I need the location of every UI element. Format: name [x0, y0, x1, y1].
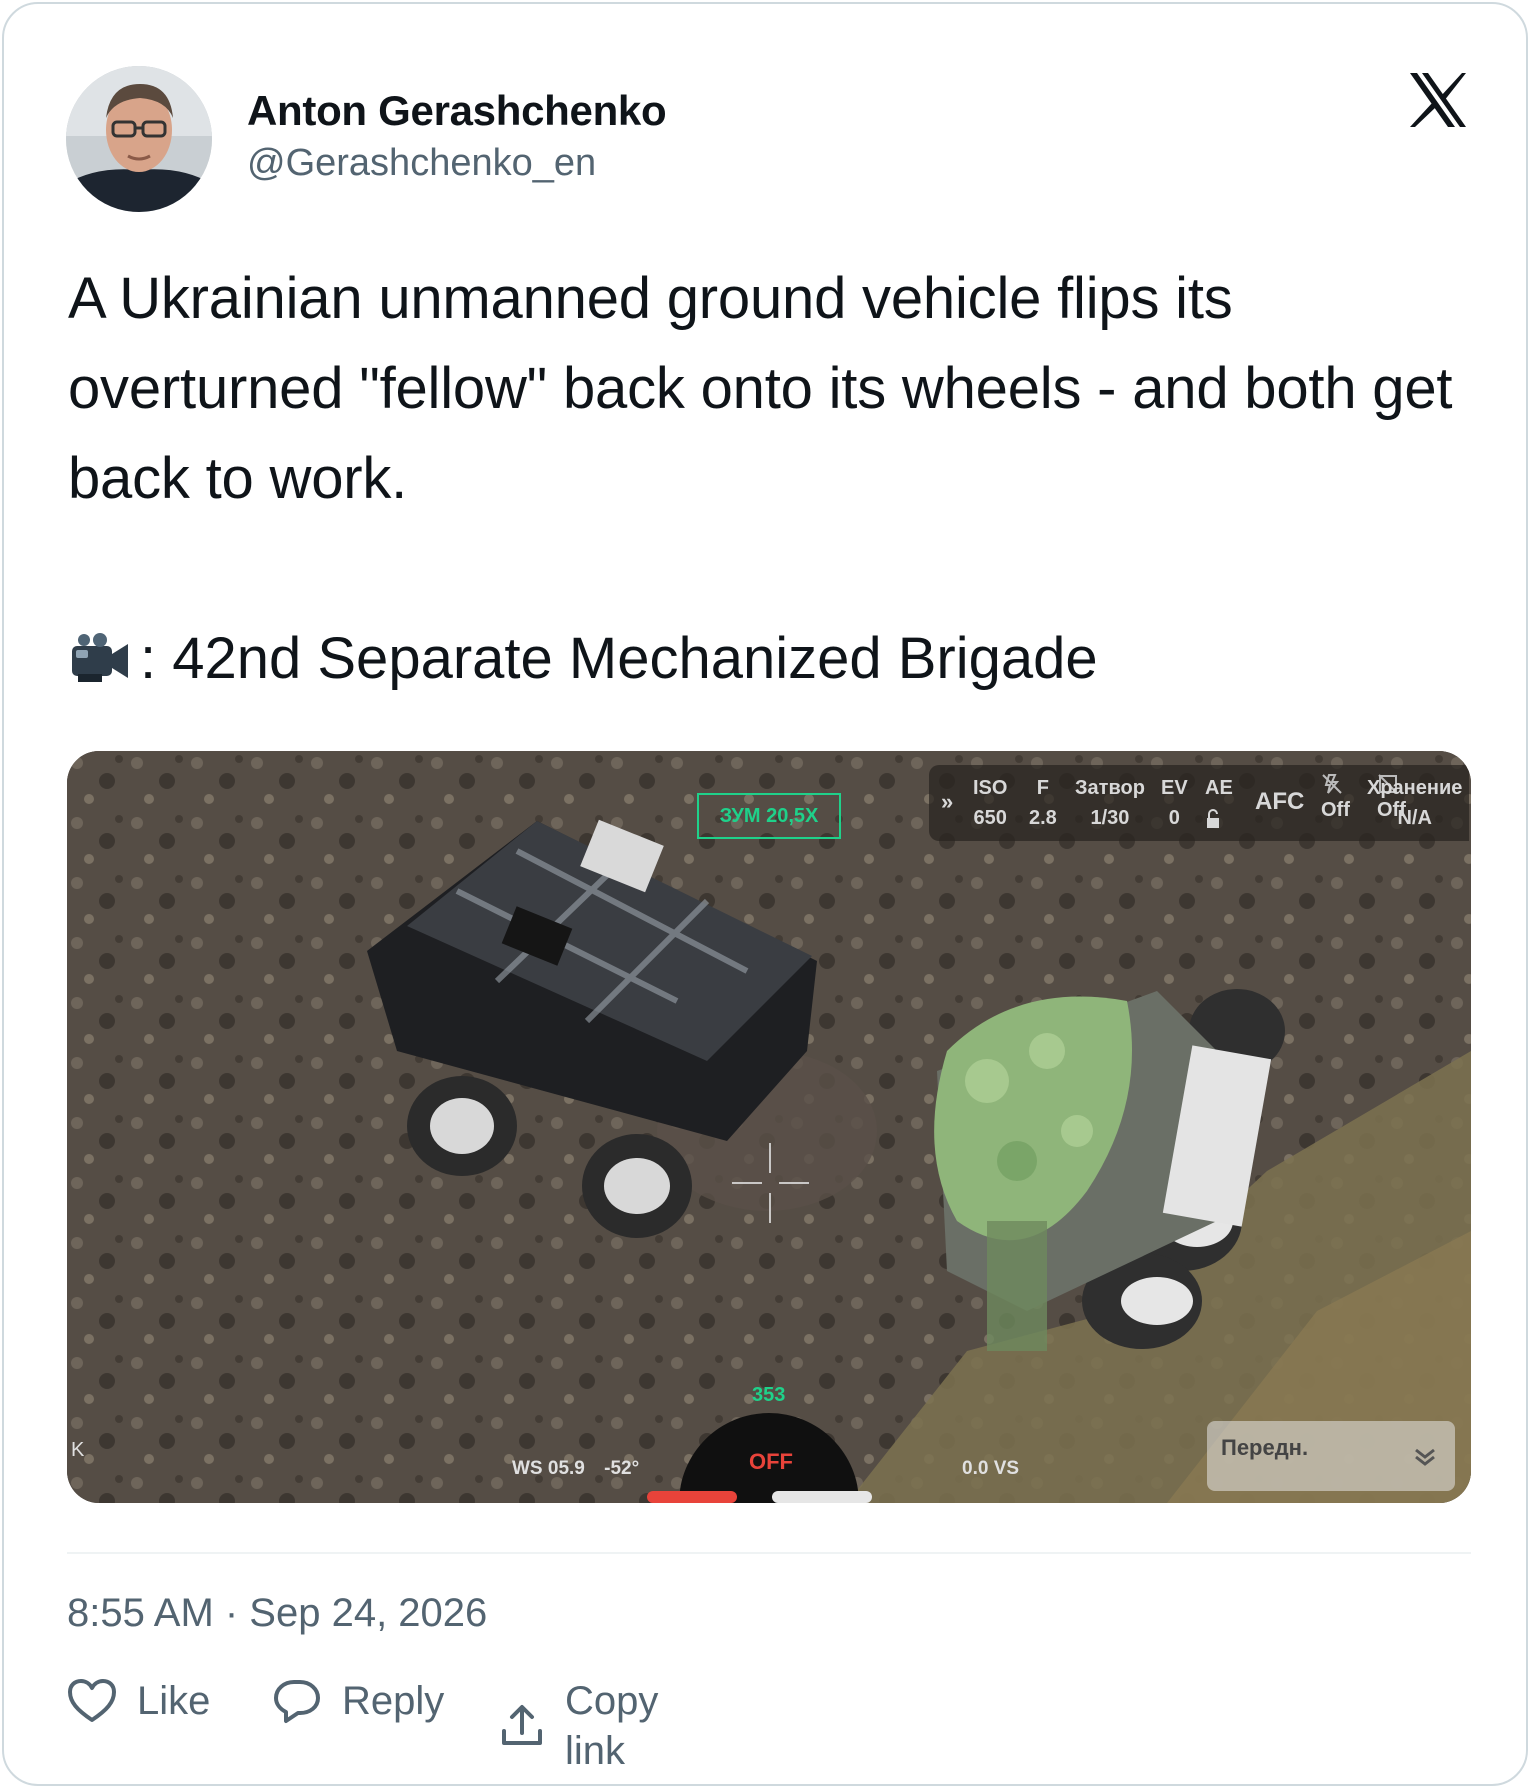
reply-button[interactable]: Reply — [272, 1676, 444, 1726]
hud-wind-speed: WS 05.9 -52° — [512, 1458, 639, 1480]
hud-ws: WS 05.9 — [512, 1458, 585, 1479]
hud-label: EV — [1161, 777, 1188, 799]
copy-link-button[interactable]: Copy link — [499, 1676, 658, 1776]
hud-value: 1/30 — [1090, 807, 1130, 829]
tweet-timestamp[interactable]: 8:55 AM · Sep 24, 2026 — [67, 1588, 487, 1638]
reply-label: Reply — [342, 1679, 445, 1723]
source-label: : 42nd Separate Mechanized Brigade — [140, 626, 1098, 691]
tweet-text: A Ukrainian unmanned ground vehicle flip… — [68, 266, 1469, 511]
hud-forward-label: Передн. — [1221, 1435, 1309, 1460]
hud-left-marker: K — [71, 1439, 85, 1461]
display-name[interactable]: Anton Gerashchenko — [247, 86, 667, 136]
author-info: Anton Gerashchenko @Gerashchenko_en — [247, 86, 667, 188]
chevron-down-icon[interactable] — [1413, 1447, 1437, 1467]
hud-value: 650 — [973, 807, 1007, 829]
tweet-card: Anton Gerashchenko @Gerashchenko_en A Uk… — [2, 2, 1528, 1786]
hud-value: 0 — [1168, 807, 1180, 829]
video-camera-icon — [68, 622, 134, 712]
divider — [67, 1552, 1471, 1554]
speech-bubble-icon — [272, 1678, 322, 1724]
hud-storage: Хранение N/A — [1367, 773, 1462, 833]
hud-heading: 353 — [752, 1384, 786, 1406]
flash-off-icon — [1321, 773, 1350, 795]
hud-value: Off — [1321, 799, 1350, 821]
x-logo-icon[interactable] — [1408, 71, 1468, 129]
source-line: : 42nd Separate Mechanized Brigade — [68, 614, 1468, 712]
like-button[interactable]: Like — [67, 1676, 210, 1726]
hud-forward-panel[interactable]: Передн. — [1207, 1421, 1455, 1491]
hud-vertical-speed: 0.0 VS — [962, 1458, 1020, 1479]
lock-icon — [1205, 809, 1233, 829]
heart-icon — [67, 1678, 117, 1724]
avatar[interactable] — [66, 66, 212, 212]
hud-expand-icon[interactable]: » — [941, 787, 953, 817]
hud-mode: OFF — [749, 1449, 793, 1474]
hud-label: Хранение — [1367, 777, 1463, 799]
copy-link-label: Copy link — [565, 1679, 659, 1773]
hud-label: ISO — [973, 777, 1008, 799]
hud-label: AE — [1205, 777, 1233, 799]
hud-label: F — [1036, 777, 1050, 799]
hud-label: Затвор — [1075, 777, 1145, 799]
hud-angle: -52° — [604, 1458, 640, 1479]
hud-value: 2.8 — [1029, 807, 1057, 829]
hud-value: N/A — [1397, 807, 1432, 829]
user-handle[interactable]: @Gerashchenko_en — [247, 138, 666, 188]
share-upload-icon — [499, 1703, 545, 1749]
hud-zoom: ЗУМ 20,5X — [697, 793, 841, 839]
hud-afc: AFC — [1255, 788, 1305, 815]
video-player[interactable]: ЗУМ 20,5X » ISO 650 F 2.8 Затвор 1/30 EV… — [67, 751, 1471, 1503]
like-label: Like — [137, 1679, 211, 1723]
